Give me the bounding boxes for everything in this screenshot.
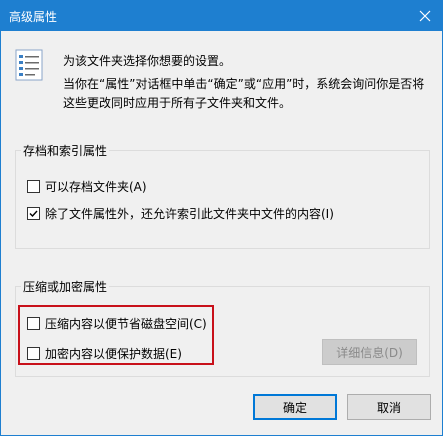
details-button[interactable]: 详细信息(D) <box>322 339 417 365</box>
archive-checkbox-label: 可以存档文件夹(A) <box>45 180 147 194</box>
archive-checkbox-row[interactable]: 可以存档文件夹(A) <box>27 178 147 195</box>
cancel-button[interactable]: 取消 <box>347 394 431 420</box>
close-icon <box>419 10 431 22</box>
index-checkbox[interactable] <box>27 207 40 220</box>
highlight-box <box>18 305 214 365</box>
archive-index-group-title: 存档和索引属性 <box>21 142 110 159</box>
checkmark-icon <box>29 210 38 218</box>
intro-description: 当你在“属性”对话框中单击“确定”或“应用”时，系统会询问你是否将这些更改同时应… <box>63 77 425 110</box>
advanced-attributes-dialog: 高级属性 为该文件夹选择你想要的设置。 当你在“属性”对话框中单击“确定”或“应… <box>0 0 443 436</box>
compress-encrypt-group-title: 压缩或加密属性 <box>21 278 110 295</box>
settings-document-icon <box>15 49 43 81</box>
window-title: 高级属性 <box>9 10 58 24</box>
archive-checkbox[interactable] <box>27 180 40 193</box>
intro-text: 为该文件夹选择你想要的设置。 <box>63 54 232 68</box>
ok-button[interactable]: 确定 <box>253 394 337 420</box>
index-checkbox-label: 除了文件属性外，还允许索引此文件夹中文件的内容(I) <box>45 207 334 221</box>
index-checkbox-row[interactable]: 除了文件属性外，还允许索引此文件夹中文件的内容(I) <box>27 205 334 222</box>
archive-index-group <box>15 150 430 249</box>
close-button[interactable] <box>408 1 442 31</box>
title-bar[interactable]: 高级属性 <box>1 1 442 31</box>
